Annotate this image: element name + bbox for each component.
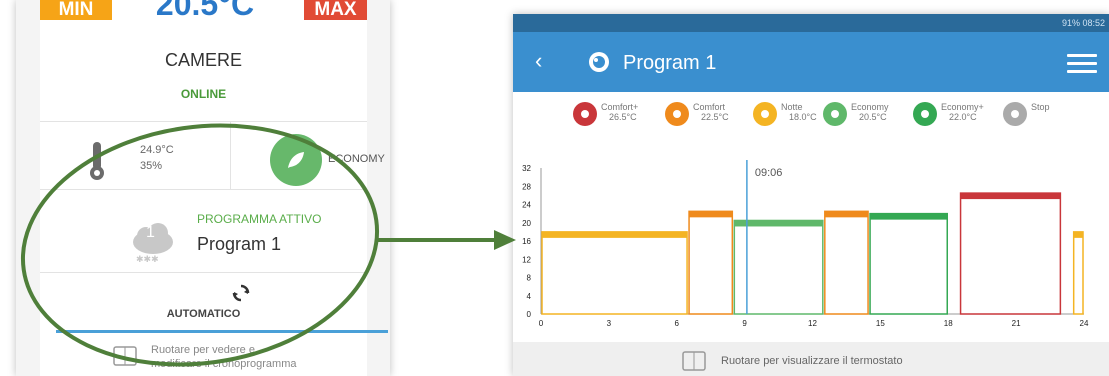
divider (40, 272, 367, 273)
right-phone-screen: 91% 08:52 ‹ Program 1 Comfort+ 26.5°C Comf… (513, 14, 1109, 376)
legend-item: Comfort+ 26.5°C (573, 102, 638, 126)
zone-card: MIN 20.5°C MAX CAMERE ONLINE 24.9°C 35% … (40, 0, 385, 376)
page-title: Program 1 (623, 52, 717, 74)
rotate-hint-line1: Ruotare per vedere e (151, 344, 255, 356)
setpoint-temperature: 20.5°C (155, 0, 255, 22)
legend-temp: 26.5°C (609, 112, 637, 122)
y-tick-label: 16 (522, 237, 531, 246)
divider (40, 189, 367, 190)
chart-bar (869, 212, 948, 315)
legend-name: Comfort (693, 102, 726, 112)
status-bar-info: 91% 08:52 (1061, 18, 1105, 28)
x-tick-label: 12 (808, 319, 817, 328)
chart-bar-top (1073, 231, 1083, 238)
y-tick-label: 12 (522, 255, 531, 264)
x-tick-label: 24 (1080, 319, 1089, 328)
y-tick-label: 28 (522, 182, 531, 191)
economy-mode-button[interactable] (270, 134, 322, 186)
chart-bar (824, 210, 869, 315)
x-tick-label: 21 (1012, 319, 1021, 328)
chart-bar (688, 210, 734, 315)
legend-name: Comfort+ (601, 102, 639, 112)
leaf-icon (288, 152, 304, 168)
leaf-plus-icon (913, 102, 937, 126)
legend-item: Comfort 22.5°C (665, 102, 729, 126)
legend-name: Economy+ (941, 102, 984, 112)
moon-icon (753, 102, 777, 126)
svg-text:✱✱✱: ✱✱✱ (136, 255, 159, 264)
status-bar: 91% 08:52 (513, 14, 1109, 32)
min-button[interactable]: MIN (40, 0, 112, 20)
program-chart: 0 4 8 12 16 20 24 28 32 0 3 6 9 12 15 18 21 24 09:06 (522, 160, 1089, 328)
legend-name: Economy (851, 102, 889, 112)
x-tick-label: 15 (876, 319, 885, 328)
current-temperature: 24.9°C (140, 144, 174, 156)
divider (230, 121, 231, 189)
chart-area: Comfort+ 26.5°C Comfort 22.5°C Notte 18.0°C Ec… (513, 92, 1109, 342)
legend-item: Economy 20.5°C (823, 102, 889, 126)
legend-item: Notte 18.0°C (753, 102, 817, 126)
current-humidity: 35% (140, 160, 163, 172)
legend-temp: 22.0°C (949, 112, 977, 122)
current-time-label: 09:06 (755, 167, 783, 179)
leaf-icon (823, 102, 847, 126)
legend-item: Stop (1003, 102, 1050, 126)
y-tick-label: 20 (522, 219, 531, 228)
thermometer-icon (90, 142, 104, 180)
selection-indicator (56, 330, 388, 333)
x-tick-label: 9 (742, 319, 747, 328)
chart-bar-top (960, 193, 1061, 200)
chart-bar-top (542, 231, 688, 238)
back-arrow-icon[interactable]: ‹ (535, 48, 542, 74)
chart-bar (1072, 231, 1084, 315)
chart-bar-top (824, 211, 869, 218)
program-globe-icon (589, 52, 609, 72)
zone-status-badge: ONLINE (180, 87, 227, 101)
rotate-phone-icon (113, 346, 137, 366)
cloud-number: 1 (146, 224, 155, 241)
chart-bar-top (870, 213, 948, 220)
legend-temp: 20.5°C (859, 112, 887, 122)
person-icon (665, 102, 689, 126)
y-tick-label: 4 (527, 292, 532, 301)
program-status: PROGRAMMA ATTIVO (197, 212, 322, 226)
x-tick-label: 3 (607, 319, 612, 328)
rotate-hint: Ruotare per visualizzare il termostato (721, 355, 903, 367)
auto-cycle-icon (232, 284, 250, 302)
stop-icon (1003, 102, 1027, 126)
y-tick-label: 0 (527, 310, 532, 319)
chart-bar (541, 231, 688, 315)
y-tick-label: 32 (522, 164, 531, 173)
legend-temp: 22.5°C (701, 112, 729, 122)
x-tick-label: 6 (675, 319, 680, 328)
left-phone-screen: MIN 20.5°C MAX CAMERE ONLINE 24.9°C 35% … (16, 0, 390, 376)
zone-name: CAMERE (164, 50, 242, 70)
mode-label: ECONOMY (328, 153, 385, 165)
rotate-hint-line2: modificare il cronoprogramma (151, 358, 297, 370)
y-tick-label: 24 (522, 201, 531, 210)
legend-temp: 18.0°C (789, 112, 817, 122)
chart-bar (959, 192, 1062, 315)
y-tick-label: 8 (527, 274, 532, 283)
program-name[interactable]: Program 1 (197, 234, 281, 255)
sofa-icon (573, 102, 597, 126)
x-tick-label: 18 (944, 319, 953, 328)
legend-name: Stop (1031, 102, 1050, 112)
divider (40, 121, 367, 122)
max-button[interactable]: MAX (304, 0, 367, 20)
chart-bar-top (689, 211, 733, 218)
hamburger-menu-icon[interactable] (1067, 54, 1097, 74)
cloud-program-icon: ✱✱✱ 1 (128, 222, 178, 269)
operating-mode[interactable]: AUTOMATICO (40, 308, 367, 320)
legend-item: Economy+ 22.0°C (913, 102, 984, 126)
rotate-hint: Ruotare per vedere e modificare il crono… (151, 343, 297, 371)
rotate-phone-icon (682, 351, 706, 371)
x-tick-label: 0 (539, 319, 544, 328)
legend-name: Notte (781, 102, 803, 112)
